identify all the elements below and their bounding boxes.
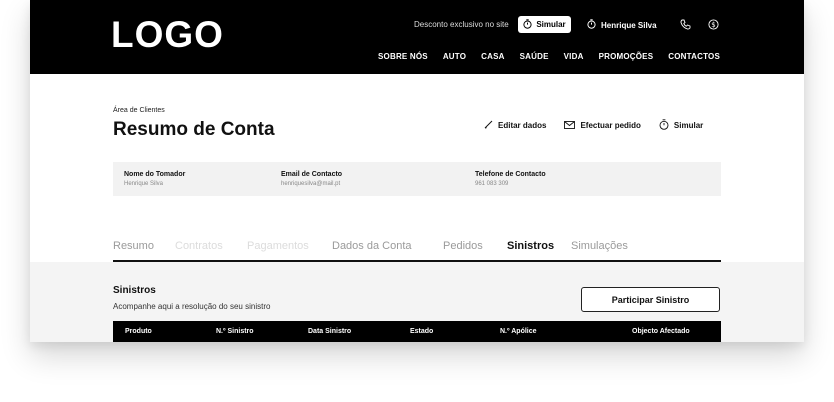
- info-value: henriquesilva@mail.pt: [281, 181, 341, 187]
- info-email: Email de Contacto henriquesilva@mail.pt: [270, 162, 464, 196]
- nav-item-sobre-nos[interactable]: SOBRE NÓS: [378, 52, 428, 61]
- nav-item-casa[interactable]: CASA: [481, 52, 504, 61]
- make-request-button[interactable]: Efectuar pedido: [564, 119, 641, 132]
- pencil-icon: [484, 120, 493, 131]
- simulate-button[interactable]: Simular: [659, 119, 703, 132]
- column-header[interactable]: Objecto Afectado: [632, 328, 690, 335]
- column-header[interactable]: Produto: [125, 328, 152, 335]
- info-policyholder: Nome do Tomador Henrique Silva: [113, 162, 270, 196]
- info-value: 961 083 309: [475, 181, 509, 187]
- claims-table-header: Produto N.º Sinistro Data Sinistro Estad…: [113, 321, 721, 342]
- site-header: LOGO Desconto exclusivo no site Simular …: [30, 0, 804, 74]
- logo[interactable]: LOGO: [111, 12, 224, 58]
- section-subtitle: Acompanhe aqui a resolução do seu sinist…: [113, 302, 271, 311]
- phone-icon[interactable]: [678, 17, 692, 31]
- edit-data-label: Editar dados: [498, 121, 547, 130]
- info-label: Email de Contacto: [281, 171, 343, 178]
- simulate-label: Simular: [673, 121, 704, 130]
- currency-icon[interactable]: $: [706, 17, 720, 31]
- nav-item-saude[interactable]: SAÚDE: [520, 52, 549, 61]
- page-title: Resumo de Conta: [113, 119, 275, 140]
- tab-sinistros[interactable]: Sinistros: [507, 240, 554, 252]
- promo-text: Desconto exclusivo no site: [414, 20, 509, 29]
- header-simulate-button[interactable]: Simular: [518, 16, 571, 33]
- account-actions: Editar dados Efectuar pedido Simular: [484, 119, 703, 132]
- page-card: LOGO Desconto exclusivo no site Simular …: [30, 0, 804, 342]
- nav-item-promocoes[interactable]: PROMOÇÕES: [599, 52, 654, 61]
- nav-item-contactos[interactable]: CONTACTOS: [668, 52, 720, 61]
- tab-dados-da-conta[interactable]: Dados da Conta: [332, 240, 412, 252]
- make-request-label: Efectuar pedido: [580, 121, 641, 130]
- column-header[interactable]: Data Sinistro: [308, 328, 351, 335]
- tab-pagamentos: Pagamentos: [247, 240, 309, 252]
- main-nav: SOBRE NÓS AUTO CASA SAÚDE VIDA PROMOÇÕES…: [378, 52, 720, 61]
- column-header[interactable]: N.º Sinistro: [216, 328, 254, 335]
- nav-item-auto[interactable]: AUTO: [443, 52, 466, 61]
- user-name: Henrique Silva: [601, 21, 657, 30]
- edit-data-button[interactable]: Editar dados: [484, 119, 546, 132]
- stopwatch-icon: [523, 18, 532, 31]
- tab-contratos: Contratos: [175, 240, 223, 252]
- user-menu[interactable]: Henrique Silva: [587, 19, 657, 33]
- tab-simulacoes[interactable]: Simulações: [571, 240, 628, 252]
- breadcrumb: Área de Clientes: [113, 107, 165, 114]
- info-label: Nome do Tomador: [124, 171, 186, 178]
- account-tabs: Resumo Contratos Pagamentos Dados da Con…: [113, 240, 721, 262]
- report-claim-button[interactable]: Participar Sinistro: [581, 287, 720, 312]
- tab-resumo[interactable]: Resumo: [113, 240, 154, 252]
- user-icon: [587, 19, 596, 33]
- section-title: Sinistros: [113, 285, 156, 296]
- header-simulate-label: Simular: [536, 20, 566, 29]
- stopwatch-icon: [659, 119, 669, 132]
- svg-text:$: $: [711, 21, 715, 29]
- info-label: Telefone de Contacto: [475, 171, 546, 178]
- info-value: Henrique Silva: [124, 181, 164, 187]
- nav-item-vida[interactable]: VIDA: [564, 52, 584, 61]
- column-header[interactable]: Estado: [410, 328, 433, 335]
- sinistros-section: Sinistros Acompanhe aqui a resolução do …: [30, 262, 804, 342]
- mail-icon: [564, 120, 576, 131]
- column-header[interactable]: N.º Apólice: [500, 328, 537, 335]
- tab-pedidos[interactable]: Pedidos: [443, 240, 483, 252]
- info-phone: Telefone de Contacto 961 083 309: [464, 162, 721, 196]
